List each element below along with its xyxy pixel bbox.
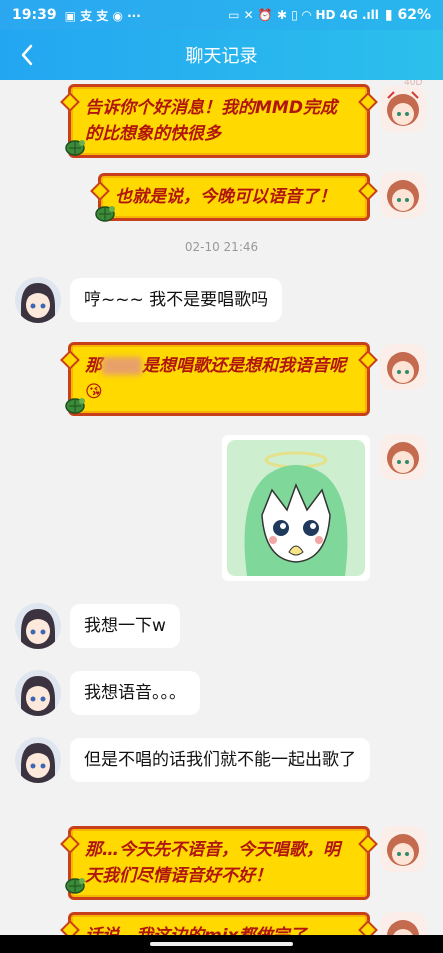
friend-avatar-icon [15,277,61,323]
avatar-self[interactable] [380,826,426,872]
avatar-friend[interactable] [15,737,61,783]
message-text: 哼~~~ 我不是要唱歌吗 [84,290,269,310]
message-bubble-fancy[interactable]: 话说，我这边的mix都做完了 [68,912,370,935]
avatar-self[interactable] [380,172,426,218]
self-avatar-icon [380,172,426,218]
kiss-emoji-icon: 😘 [85,382,103,402]
message-text: 告诉你个好消息！我的MMD完成的比想象的快很多 [85,98,337,144]
sticker-message[interactable] [222,435,370,581]
header-bar: 聊天记录 [0,30,443,80]
self-avatar-icon [380,826,426,872]
chevron-left-icon [21,44,33,66]
back-button[interactable] [12,40,42,70]
home-indicator[interactable] [150,942,293,946]
system-icons: ▭ ✕ ⏰ ✱ ▯ ◠ HD 4G .ıll [228,8,379,22]
message-text-part: 那 [85,356,102,376]
turtle-icon [65,878,85,894]
friend-avatar-icon [15,737,61,783]
sticker-tag: 40D [404,80,423,88]
status-time: 19:39 [12,7,57,23]
message-bubble[interactable]: 我想语音。。。 [70,671,200,715]
friend-avatar-icon [15,670,61,716]
status-bar: 19:39 ▣ 支 支 ◉ ··· ▭ ✕ ⏰ ✱ ▯ ◠ HD 4G .ıll… [0,0,443,30]
message-text: 但是不唱的话我们就不能一起出歌了 [84,750,356,770]
message-text: 话说，我这边的mix都做完了 [85,926,307,935]
notification-icons: ▣ 支 支 ◉ ··· [64,8,141,23]
turtle-icon [95,206,115,222]
message-text: 那…今天先不语音，今天唱歌，明天我们尽情语音好不好！ [85,840,340,886]
system-navigation-bar [0,935,443,953]
self-avatar-icon [380,434,426,480]
avatar-self[interactable] [380,434,426,480]
self-avatar-icon [380,344,426,390]
message-bubble[interactable]: 但是不唱的话我们就不能一起出歌了 [70,738,370,782]
avatar-self[interactable] [380,344,426,390]
message-text: 我想一下w [84,616,166,636]
avatar-friend[interactable] [15,670,61,716]
battery-indicator: ▮ 62% [384,7,431,23]
turtle-icon [65,140,85,156]
chat-history[interactable]: 告诉你个好消息！我的MMD完成的比想象的快很多 40D 也就是说，今晚可以语音了… [0,80,443,935]
avatar-self[interactable] [380,912,426,935]
message-bubble[interactable]: 我想一下w [70,604,180,648]
redacted-text [102,357,142,375]
message-text-part: 是想唱歌还是想和我语音呢 [142,356,346,376]
timestamp: 02-10 21:46 [184,240,259,254]
message-bubble[interactable]: 哼~~~ 我不是要唱歌吗 [70,278,283,322]
sticker-image [227,440,365,576]
message-bubble-fancy[interactable]: 那 是想唱歌还是想和我语音呢 😘 [68,342,370,416]
avatar-friend[interactable] [15,603,61,649]
message-bubble-fancy[interactable]: 也就是说，今晚可以语音了！ [98,173,370,221]
message-bubble-fancy[interactable]: 告诉你个好消息！我的MMD完成的比想象的快很多 [68,84,370,158]
avatar-friend[interactable] [15,277,61,323]
message-text: 我想语音。。。 [84,683,186,703]
page-title: 聊天记录 [185,46,258,67]
friend-avatar-icon [15,603,61,649]
message-bubble-fancy[interactable]: 那…今天先不语音，今天唱歌，明天我们尽情语音好不好！ [68,826,370,900]
message-text: 也就是说，今晚可以语音了！ [115,187,336,207]
self-avatar-icon [380,912,426,935]
turtle-icon [65,398,85,414]
